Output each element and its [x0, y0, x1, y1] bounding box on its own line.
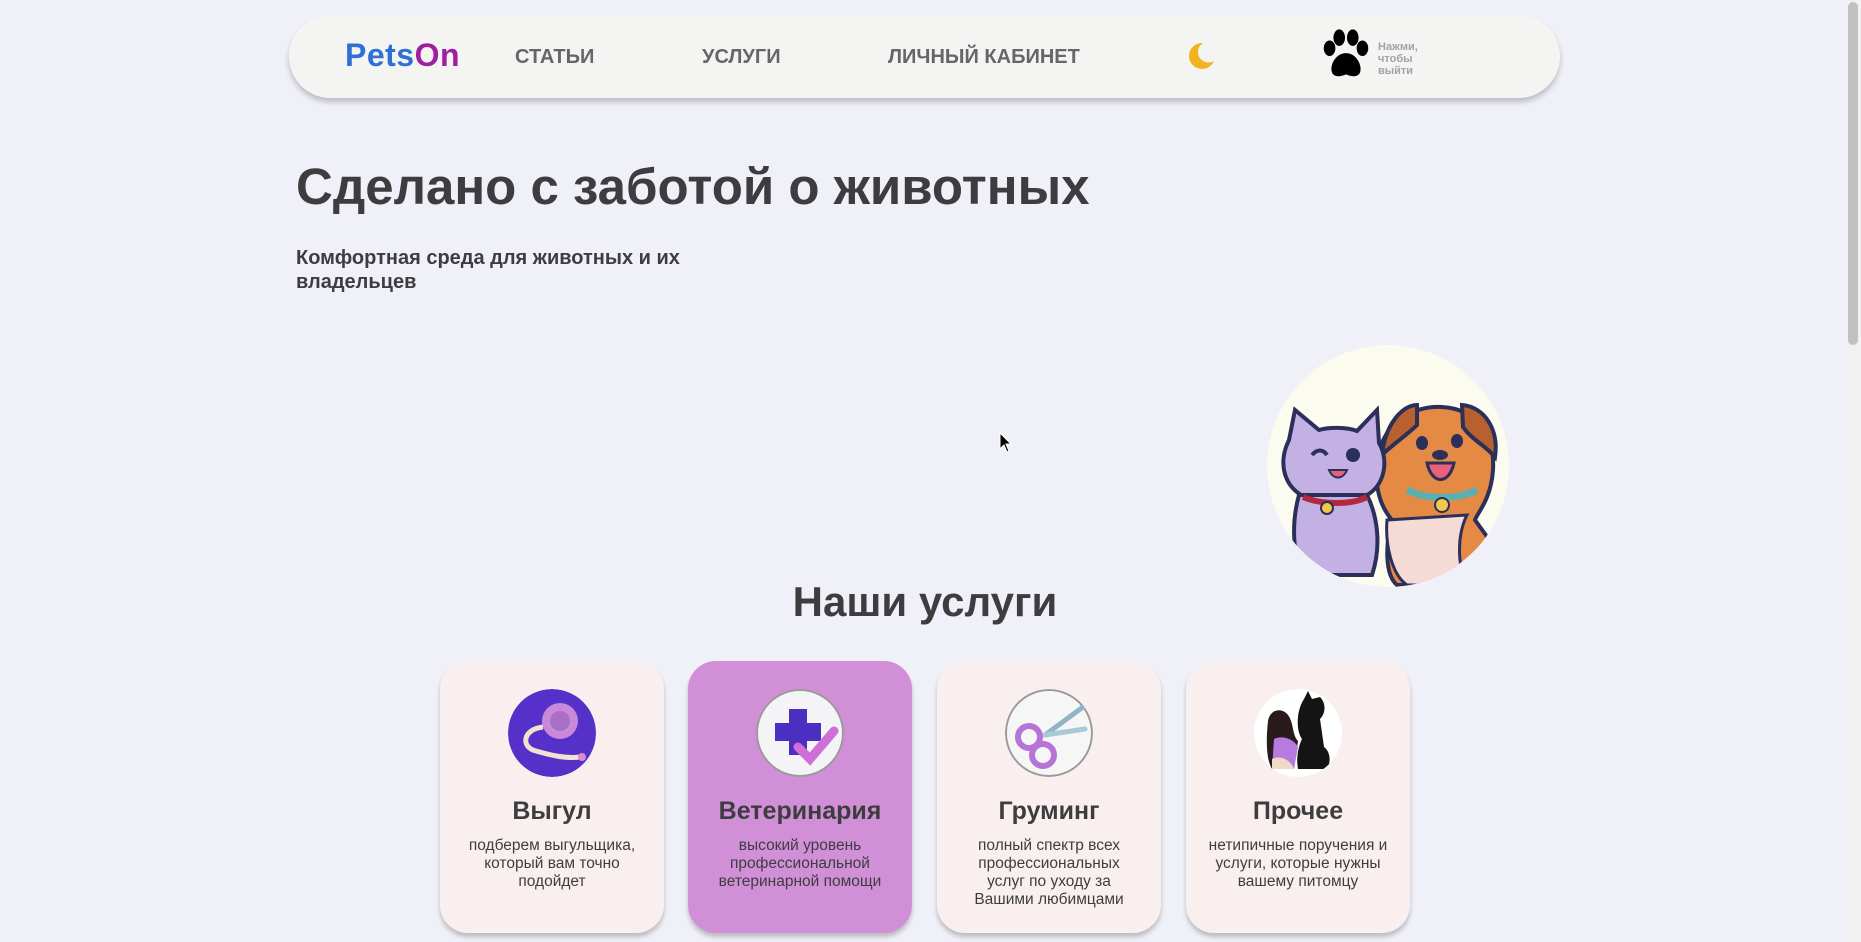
services-title: Наши услуги [792, 578, 1058, 625]
logo-part-on: On [414, 37, 461, 73]
logo-part-pets: Pets [345, 37, 415, 73]
service-name: Ветеринария [718, 797, 882, 825]
service-description: нетипичные поручения и услуги, которые н… [1208, 837, 1388, 890]
scissors-icon [1005, 689, 1093, 777]
scrollbar-thumb[interactable] [1848, 2, 1858, 345]
logo[interactable]: PetsOn [345, 37, 460, 74]
paw-icon[interactable] [1317, 27, 1375, 85]
nav-link-services[interactable]: УСЛУГИ [702, 46, 781, 69]
medical-cross-icon [756, 689, 844, 777]
page-scrollbar[interactable] [1845, 0, 1861, 942]
service-name: Выгул [512, 797, 592, 825]
nav-link-articles[interactable]: СТАТЬИ [515, 46, 594, 69]
pets-silhouette-icon [1254, 689, 1342, 777]
cat-and-dog-illustration [1267, 345, 1509, 587]
service-card-other[interactable]: Прочее нетипичные поручения и услуги, ко… [1186, 661, 1410, 933]
service-name: Прочее [1252, 797, 1344, 825]
service-card-grooming[interactable]: Груминг полный спектр всех профессиональ… [937, 661, 1161, 933]
service-name: Груминг [998, 797, 1100, 825]
leash-icon [508, 689, 596, 777]
moon-icon[interactable] [1184, 39, 1218, 73]
hero-subtitle: Комфортная среда для животных и их владе… [296, 247, 680, 293]
mouse-cursor [999, 432, 1013, 453]
service-description: подберем выгульщика, который вам точно п… [468, 837, 636, 890]
hero-title: Сделано с заботой о животных [296, 158, 1090, 215]
nav-link-account[interactable]: ЛИЧНЫЙ КАБИНЕТ [888, 46, 1080, 69]
logout-hint[interactable]: Нажми, чтобы выйти [1378, 41, 1438, 77]
service-description: полный спектр всех профессиональных услу… [974, 837, 1124, 908]
top-navbar: PetsOn СТАТЬИ УСЛУГИ ЛИЧНЫЙ КАБИНЕТ Нажм… [289, 15, 1560, 98]
service-card-veterinary[interactable]: Ветеринария высокий уровень профессионал… [688, 661, 912, 933]
service-card-walking[interactable]: Выгул подберем выгульщика, который вам т… [440, 661, 664, 933]
service-description: высокий уровень профессиональной ветерин… [718, 837, 882, 890]
